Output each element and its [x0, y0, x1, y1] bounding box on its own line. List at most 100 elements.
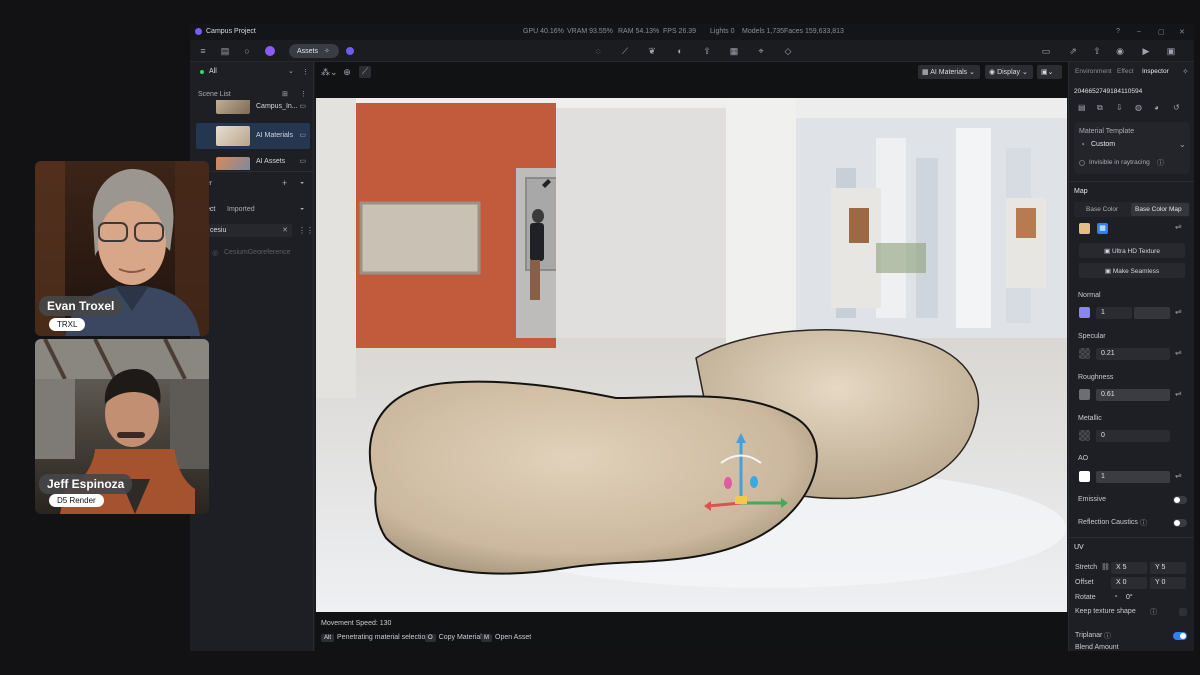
material-template-select[interactable]: Custom — [1091, 141, 1115, 148]
stretch-y-input[interactable]: Y 5 — [1150, 562, 1186, 574]
upload-icon[interactable]: ⇧ — [1092, 46, 1102, 56]
camera-icon[interactable]: ▭ — [299, 131, 306, 139]
export-icon[interactable]: ⇗ — [1068, 46, 1078, 56]
tab-inspector[interactable]: Inspector — [1142, 68, 1169, 75]
adjust-icon[interactable]: ⇌ — [1175, 307, 1182, 316]
tab-effect[interactable]: Effect — [1117, 68, 1134, 75]
panorama-icon[interactable]: ▣ — [1166, 46, 1176, 56]
add-layer-icon[interactable]: + — [282, 178, 287, 188]
light-bulb-icon[interactable]: ◌ — [593, 46, 603, 56]
globe-settings-icon[interactable]: ⊕ — [342, 67, 352, 77]
invisible-radio[interactable] — [1079, 160, 1085, 166]
info-icon[interactable]: ⓘ — [1150, 607, 1157, 617]
video-icon[interactable]: ▶ — [1141, 46, 1151, 56]
help-icon[interactable]: ? — [1116, 28, 1120, 35]
filter-icon[interactable]: ◒ — [300, 205, 304, 212]
duplicate-icon[interactable]: ⧉ — [1097, 103, 1103, 113]
ultra-hd-button[interactable]: ▣ Ultra HD Texture — [1079, 243, 1185, 258]
comment-icon[interactable]: ○ — [242, 46, 252, 56]
rotate-dial-icon[interactable]: ◔ — [1113, 592, 1118, 601]
transform-icon[interactable]: ⁂⌄ — [321, 67, 338, 77]
info-icon[interactable]: ⓘ — [1157, 158, 1164, 168]
terrain-icon[interactable]: ◇ — [783, 46, 793, 56]
normal-swatch[interactable] — [1079, 307, 1090, 318]
result-item[interactable]: CesiumGeoreference — [224, 249, 291, 256]
layers-icon[interactable]: ▤ — [1078, 103, 1086, 112]
render-viewport[interactable] — [316, 98, 1067, 612]
chevron-down-icon[interactable]: ⌄ — [288, 67, 294, 75]
offset-x-input[interactable]: X 0 — [1111, 577, 1147, 589]
normal-slider[interactable] — [1134, 307, 1170, 319]
normal-input[interactable]: 1 — [1096, 307, 1132, 319]
stretch-x-input[interactable]: X 5 — [1111, 562, 1147, 574]
import-icon[interactable]: ⇪ — [702, 46, 712, 56]
palette-icon[interactable]: ◕ — [1154, 103, 1159, 112]
filter-select[interactable]: All — [209, 68, 217, 75]
roughness-map-swatch[interactable] — [1079, 389, 1090, 400]
adjust-icon[interactable]: ⇌ — [1175, 389, 1182, 398]
close-icon[interactable]: ✕ — [1179, 28, 1185, 36]
texture-map-icon[interactable]: ▦ — [1097, 223, 1108, 234]
roughness-input[interactable]: 0.61 — [1096, 389, 1170, 401]
scene-item[interactable]: Campus_In... ▭ — [196, 100, 310, 118]
minimize-icon[interactable]: – — [1137, 28, 1141, 35]
scene-more-icon[interactable]: ⋮ — [300, 90, 307, 98]
scene-item[interactable]: AI Assets ▭ — [196, 154, 310, 170]
adjust-icon[interactable]: ⇌ — [1175, 348, 1182, 357]
specular-input[interactable]: 0.21 — [1096, 348, 1170, 360]
metallic-input[interactable]: 0 — [1096, 430, 1170, 442]
orb-icon[interactable] — [346, 47, 354, 55]
emissive-toggle[interactable] — [1173, 496, 1187, 504]
path-tool-icon[interactable]: ⟋ — [620, 46, 630, 56]
leaf-icon[interactable]: ❦ — [647, 46, 657, 56]
keep-texture-checkbox[interactable] — [1179, 608, 1187, 616]
adjust-icon[interactable]: ⇌ — [1175, 471, 1182, 480]
link-icon[interactable]: ⛓ — [1101, 563, 1110, 571]
adjust-icon[interactable]: ⇌ — [1175, 222, 1182, 231]
make-seamless-button[interactable]: ▣ Make Seamless — [1079, 263, 1185, 278]
maximize-icon[interactable]: ▢ — [1158, 28, 1165, 36]
search-input[interactable]: cesiu ✕ — [206, 224, 292, 237]
display-button[interactable]: ◉ Display ⌄ — [985, 65, 1033, 79]
material-icon[interactable]: ◍ — [1135, 103, 1142, 112]
file-icon[interactable]: ▤ — [220, 46, 230, 56]
tab-base-color[interactable]: Base Color — [1086, 206, 1118, 213]
camera-icon[interactable]: ▭ — [299, 102, 306, 110]
offset-y-input[interactable]: Y 0 — [1150, 577, 1186, 589]
grid-view-icon[interactable]: ⋮⋮ — [298, 226, 314, 235]
ao-input[interactable]: 1 — [1096, 471, 1170, 483]
ai-icon[interactable] — [265, 46, 275, 56]
eyedropper-icon[interactable]: ⟋ — [359, 66, 371, 78]
ai-materials-button[interactable]: ▦ AI Materials ⌄ — [918, 65, 980, 79]
select-tool-icon[interactable]: ⌖ — [756, 46, 766, 56]
reflection-caustics-toggle[interactable] — [1173, 519, 1187, 527]
tab-base-color-map[interactable]: Base Color Map — [1135, 206, 1182, 213]
camera-icon[interactable]: ▭ — [299, 157, 306, 165]
base-color-swatch[interactable] — [1079, 223, 1090, 234]
triplanar-toggle[interactable] — [1173, 632, 1187, 640]
pin-icon[interactable]: ✧ — [1182, 67, 1189, 76]
chevron-down-icon[interactable]: ⌄ — [1179, 140, 1186, 149]
assets-button[interactable]: Assets ✧ — [289, 44, 339, 58]
scene-item-selected[interactable]: AI Materials ▭ — [196, 123, 310, 149]
rotate-value[interactable]: 0° — [1126, 594, 1133, 601]
drop-icon[interactable]: ⇩ — [1116, 103, 1123, 112]
reset-icon[interactable]: ↺ — [1173, 103, 1180, 112]
vr-icon[interactable]: ▭ — [1041, 46, 1051, 56]
grid-icon[interactable]: ▦ — [729, 46, 739, 56]
add-scene-icon[interactable]: ⊞ — [282, 90, 288, 98]
camera-icon[interactable]: ◉ — [1115, 46, 1125, 56]
ao-swatch[interactable] — [1079, 471, 1090, 482]
metallic-map-swatch[interactable] — [1079, 430, 1090, 441]
more-icon[interactable]: ⋮ — [302, 68, 309, 76]
info-icon[interactable]: ⓘ — [1140, 518, 1147, 528]
tab-environment[interactable]: Environment — [1075, 68, 1112, 75]
layer-settings-icon[interactable]: ◒ — [300, 179, 304, 186]
clear-icon[interactable]: ✕ — [282, 226, 288, 234]
tab-imported[interactable]: Imported — [227, 206, 255, 213]
menu-icon[interactable]: ≡ — [198, 46, 208, 56]
weather-icon[interactable]: ◐ — [675, 46, 685, 56]
info-icon[interactable]: ⓘ — [1104, 631, 1111, 641]
camera-view-button[interactable]: ▣⌄ — [1037, 65, 1062, 79]
specular-map-swatch[interactable] — [1079, 348, 1090, 359]
